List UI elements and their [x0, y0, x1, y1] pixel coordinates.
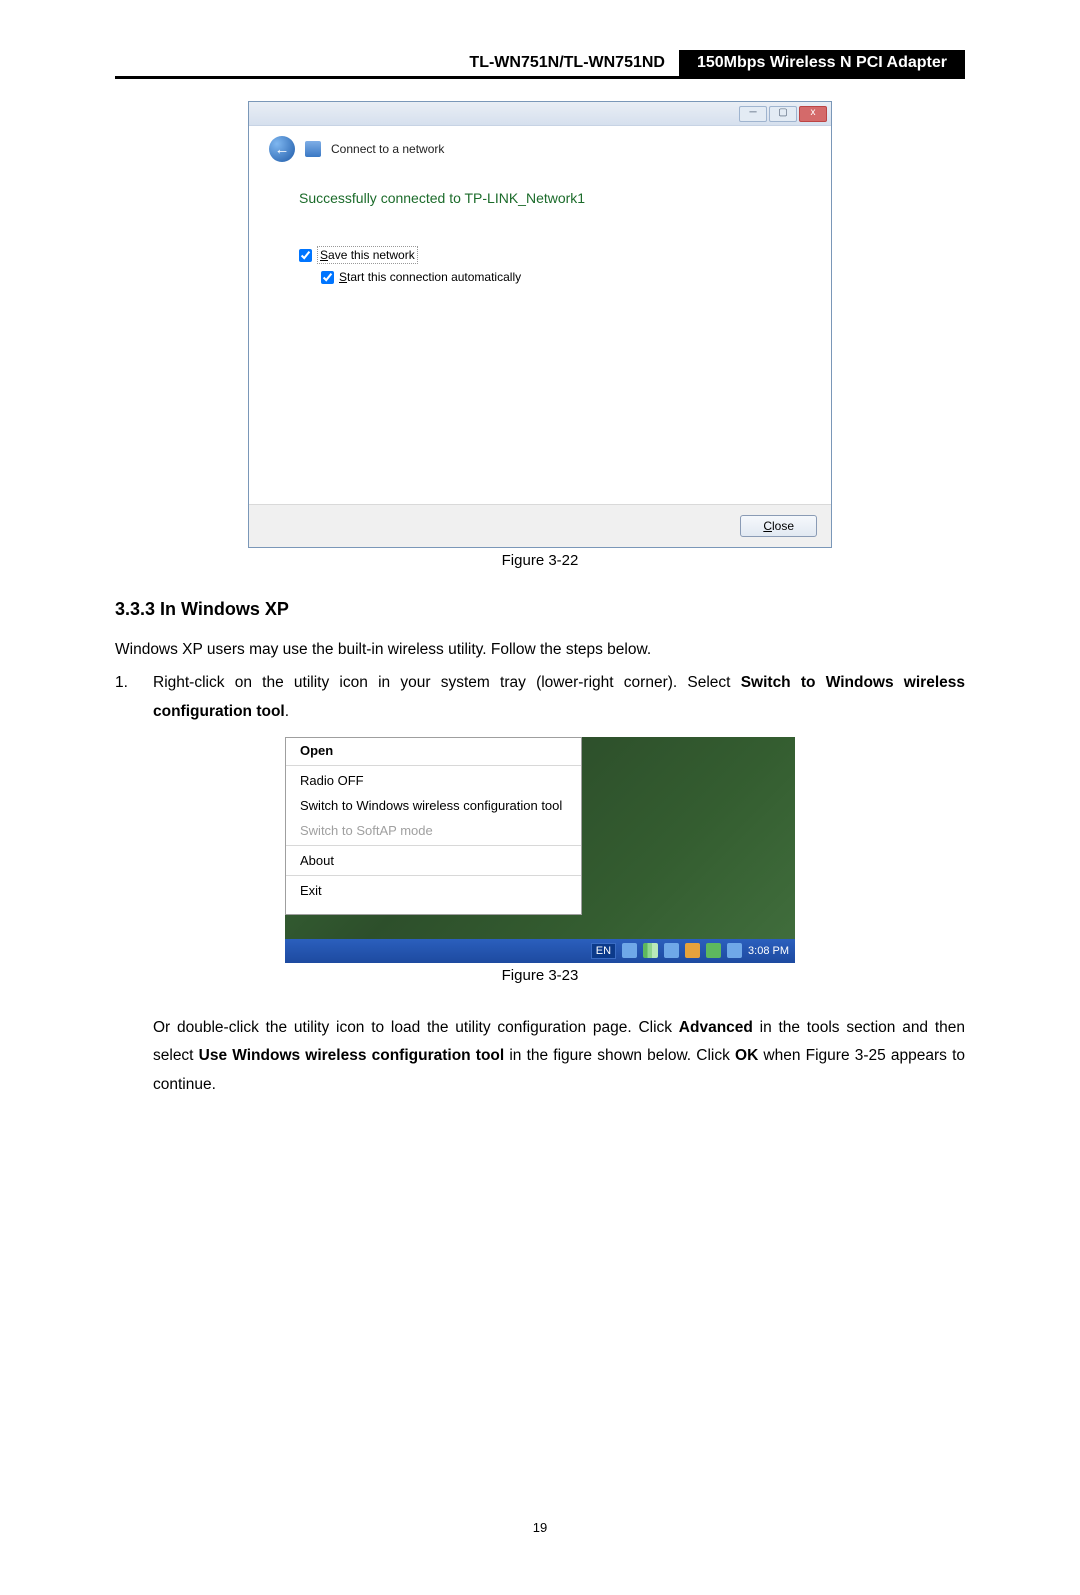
- taskbar: EN 3:08 PM: [285, 939, 795, 963]
- save-network-checkbox[interactable]: [299, 249, 312, 262]
- step-number: 1.: [115, 669, 135, 726]
- close-x-button[interactable]: x: [799, 106, 827, 122]
- dialog-footer: Close: [249, 504, 831, 547]
- minimize-button[interactable]: ─: [739, 106, 767, 122]
- desktop-background: Open Radio OFF Switch to Windows wireles…: [285, 737, 795, 939]
- tray-icon-2[interactable]: [664, 943, 679, 958]
- tray-context-menu: Open Radio OFF Switch to Windows wireles…: [285, 737, 582, 915]
- menu-about[interactable]: About: [286, 848, 581, 873]
- header-model: TL-WN751N/TL-WN751ND: [115, 50, 679, 76]
- tray-icon-5[interactable]: [727, 943, 742, 958]
- back-icon[interactable]: ←: [269, 136, 295, 162]
- close-button[interactable]: Close: [740, 515, 817, 537]
- dialog-title: Connect to a network: [331, 142, 444, 156]
- intro-paragraph: Windows XP users may use the built-in wi…: [115, 638, 965, 661]
- language-indicator[interactable]: EN: [591, 943, 616, 959]
- tray-icon-4[interactable]: [706, 943, 721, 958]
- page-number: 19: [115, 1520, 965, 1535]
- titlebar: ─ ▢ x: [249, 102, 831, 126]
- context-menu-figure: Open Radio OFF Switch to Windows wireles…: [285, 737, 795, 963]
- connect-network-dialog: ─ ▢ x ← Connect to a network Successfull…: [248, 101, 832, 548]
- save-network-row[interactable]: Save this network: [299, 246, 803, 264]
- menu-radio-off[interactable]: Radio OFF: [286, 768, 581, 793]
- tray-icon-1[interactable]: [622, 943, 637, 958]
- step-1: 1. Right-click on the utility icon in yo…: [115, 669, 965, 726]
- header-desc: 150Mbps Wireless N PCI Adapter: [679, 50, 965, 76]
- section-heading: 3.3.3 In Windows XP: [115, 599, 965, 620]
- clock: 3:08 PM: [748, 945, 789, 957]
- menu-open[interactable]: Open: [286, 738, 581, 763]
- maximize-button[interactable]: ▢: [769, 106, 797, 122]
- header-bar: TL-WN751N/TL-WN751ND 150Mbps Wireless N …: [115, 50, 965, 79]
- start-auto-row[interactable]: Start this connection automatically: [321, 270, 803, 284]
- figure-caption-3-22: Figure 3-22: [115, 552, 965, 569]
- success-message: Successfully connected to TP-LINK_Networ…: [299, 190, 803, 206]
- signal-icon[interactable]: [643, 943, 658, 958]
- step-1-continued: Or double-click the utility icon to load…: [115, 1014, 965, 1100]
- breadcrumb: ← Connect to a network: [269, 136, 803, 162]
- start-auto-checkbox[interactable]: [321, 271, 334, 284]
- tray-icon-3[interactable]: [685, 943, 700, 958]
- network-icon: [305, 141, 321, 157]
- menu-switch-windows[interactable]: Switch to Windows wireless configuration…: [286, 793, 581, 818]
- figure-caption-3-23: Figure 3-23: [115, 967, 965, 984]
- menu-switch-softap: Switch to SoftAP mode: [286, 818, 581, 843]
- menu-exit[interactable]: Exit: [286, 878, 581, 903]
